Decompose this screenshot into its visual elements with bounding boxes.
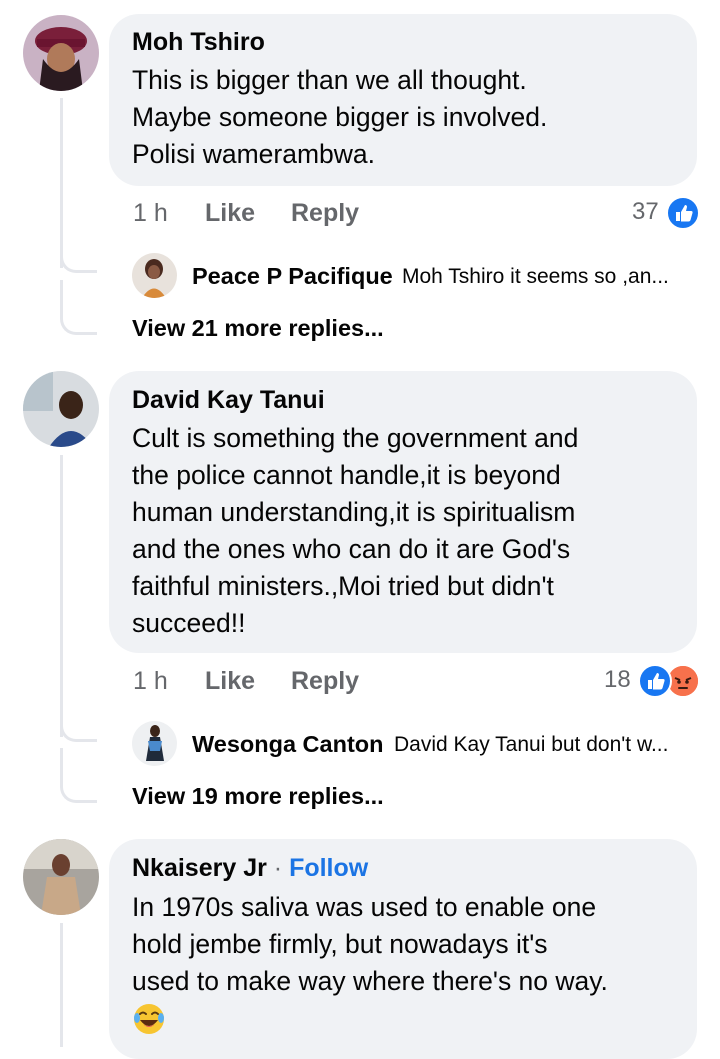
thread-elbow: [60, 697, 97, 742]
reply-button[interactable]: Reply: [291, 199, 359, 228]
comment-text-line: used to make way where there's no way.: [132, 966, 608, 996]
comment-timestamp[interactable]: 1 h: [133, 199, 168, 228]
comment-text-line: In 1970s saliva was used to enable one: [132, 892, 597, 922]
comment-text-line: human understanding,it is spiritualism: [132, 497, 576, 527]
reply-author[interactable]: Wesonga Canton: [192, 731, 384, 758]
comment-author[interactable]: Nkaisery Jr: [132, 854, 267, 882]
avatar-nkaisery-jr[interactable]: [23, 839, 99, 915]
like-button[interactable]: Like: [205, 199, 255, 228]
comment-header: Nkaisery Jr · Follow: [132, 854, 368, 883]
thread-elbow: [60, 748, 97, 803]
comment-text-line: the police cannot handle,it is beyond: [132, 460, 561, 490]
thread-line: [60, 455, 63, 737]
comment-text-line: succeed!!: [132, 608, 246, 638]
comment-author[interactable]: Moh Tshiro: [132, 28, 265, 57]
like-button[interactable]: Like: [205, 667, 255, 696]
like-reaction-icon: [666, 196, 700, 230]
reply-snippet[interactable]: Moh Tshiro it seems so ,an...: [402, 265, 669, 289]
reaction-count[interactable]: 18: [604, 666, 631, 694]
comment-timestamp[interactable]: 1 h: [133, 667, 168, 696]
laughing-emoji-icon: [132, 1002, 166, 1036]
comment-text-line: Maybe someone bigger is involved.: [132, 102, 548, 132]
avatar-moh-tshiro[interactable]: [23, 15, 99, 91]
comment-text-line: This is bigger than we all thought.: [132, 65, 527, 95]
separator-dot: ·: [273, 854, 283, 882]
comment-text-line: and the ones who can do it are God's: [132, 534, 571, 564]
comment-text-line: faithful ministers.,Moi tried but didn't: [132, 571, 554, 601]
reply-button[interactable]: Reply: [291, 667, 359, 696]
avatar-peace-p-pacifique[interactable]: [132, 253, 177, 298]
thread-elbow: [60, 280, 97, 335]
comment-author[interactable]: David Kay Tanui: [132, 386, 325, 415]
like-reaction-icon: [638, 664, 672, 698]
reaction-count[interactable]: 37: [632, 198, 659, 226]
view-more-replies[interactable]: View 19 more replies...: [132, 783, 384, 810]
thread-elbow: [60, 228, 97, 273]
avatar-wesonga-canton[interactable]: [132, 721, 177, 766]
reply-author[interactable]: Peace P Pacifique: [192, 263, 393, 290]
comment-text-line: Polisi wamerambwa.: [132, 139, 375, 169]
view-more-replies[interactable]: View 21 more replies...: [132, 315, 384, 342]
comment-text-line: hold jembe firmly, but nowadays it's: [132, 929, 548, 959]
reply-snippet[interactable]: David Kay Tanui but don't w...: [394, 733, 668, 757]
follow-button[interactable]: Follow: [289, 854, 368, 882]
comment-text-line: Cult is something the government and: [132, 423, 579, 453]
thread-line: [60, 923, 63, 1047]
avatar-david-kay-tanui[interactable]: [23, 371, 99, 447]
